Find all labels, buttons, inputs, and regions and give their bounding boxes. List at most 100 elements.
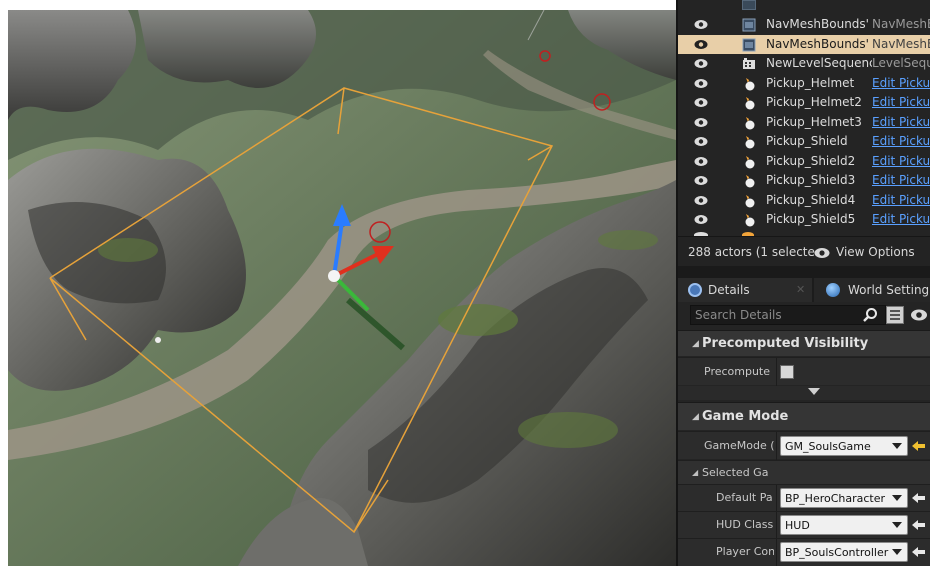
visibility-eye-icon[interactable] [694, 195, 708, 206]
property-label: HUD Class [716, 518, 774, 531]
property-hud-class: HUD Class HUD [678, 511, 930, 539]
actor-name: Pickup_Helmet [766, 75, 855, 90]
search-details-input[interactable] [690, 305, 886, 325]
level-viewport[interactable] [8, 10, 676, 566]
visibility-eye-icon[interactable] [694, 39, 708, 50]
precompute-checkbox[interactable] [780, 365, 794, 379]
actor-name: Pickup_Shield4 [766, 192, 856, 207]
visibility-eye-icon[interactable] [694, 19, 708, 30]
combo-value: BP_SoulsController [785, 546, 889, 559]
close-icon[interactable]: ✕ [796, 283, 805, 296]
tab-world-settings-label: World Setting [848, 283, 930, 297]
default-pawn-combo[interactable]: BP_HeroCharacter [780, 488, 908, 508]
use-selected-arrow-icon[interactable] [912, 519, 926, 531]
actor-type-link[interactable]: Edit Picku [872, 76, 930, 90]
category-game-mode[interactable]: ◢ Game Mode [678, 402, 930, 430]
column-separator [776, 358, 777, 386]
outliner-row[interactable]: Pickup_Shield3 Edit Picku [678, 171, 930, 191]
visibility-eye-icon[interactable] [694, 214, 708, 225]
outliner-row[interactable]: Pickup_Shield4 Edit Picku [678, 191, 930, 211]
column-separator [776, 539, 777, 566]
collapse-triangle-icon: ◢ [692, 468, 699, 477]
actor-name: Pickup_Shield5 [766, 212, 856, 226]
chevron-down-icon [892, 495, 902, 501]
category-precomputed-visibility[interactable]: ◢ Precomputed Visibility [678, 330, 930, 356]
visibility-eye-icon[interactable] [694, 175, 708, 186]
outliner-row[interactable]: Pickup_Helmet2 Edit Picku [678, 93, 930, 113]
actor-count-label: 288 actors (1 selecte [688, 245, 815, 259]
property-label: GameMode ( [704, 439, 774, 452]
subcategory-selected-gamemode[interactable]: ◢ Selected Ga [678, 460, 930, 484]
actor-type-link[interactable]: Edit Picku [872, 134, 930, 148]
property-default-pawn: Default Pa BP_HeroCharacter [678, 484, 930, 512]
outliner-row[interactable]: NavMeshBounds' NavMeshB [678, 34, 930, 54]
player-controller-combo[interactable]: BP_SoulsController [780, 542, 908, 562]
column-separator [776, 485, 777, 512]
visibility-eye-icon[interactable] [694, 97, 708, 108]
gamemode-combo[interactable]: GM_SoulsGame [780, 436, 908, 456]
actor-name: Pickup_Shield2 [766, 153, 856, 168]
actor-type-link: NavMeshB [872, 17, 930, 31]
details-tab-bar: Details ✕ World Setting [678, 278, 930, 302]
actor-type-link[interactable]: Edit Picku [872, 95, 930, 109]
globe-icon [826, 283, 840, 297]
blueprint-pawn-icon [742, 213, 756, 227]
blueprint-pawn-icon [742, 77, 756, 91]
blueprint-pawn-icon [742, 116, 756, 130]
visibility-eye-icon[interactable] [694, 78, 708, 89]
outliner-row[interactable]: NewLevelSequencLevelSeque [678, 54, 930, 74]
category-label: Precomputed Visibility [702, 336, 869, 351]
use-selected-arrow-icon[interactable] [912, 546, 926, 558]
actor-type-link[interactable]: Edit Picku [872, 154, 930, 168]
column-separator [776, 512, 777, 539]
outliner-row[interactable]: Pickup_Shield2 Edit Picku [678, 152, 930, 172]
outliner-row[interactable]: Pickup_Shield Edit Picku [678, 132, 930, 152]
actor-type-link[interactable]: Edit Picku [872, 173, 930, 187]
advanced-expand-row[interactable] [678, 386, 930, 400]
visibility-eye-icon[interactable] [694, 136, 708, 147]
actor-type-link[interactable]: Edit Picku [872, 193, 930, 207]
hud-class-combo[interactable]: HUD [780, 515, 908, 535]
property-label: Precompute [704, 365, 771, 378]
eye-icon[interactable] [910, 308, 928, 322]
chevron-down-icon [892, 522, 902, 528]
outliner-row[interactable]: Pickup_Helmet3 Edit Picku [678, 113, 930, 133]
chevron-down-icon [808, 388, 820, 395]
tab-world-settings[interactable]: World Setting [814, 278, 930, 302]
outliner-row[interactable]: NavMeshBounds' NavMeshB [678, 15, 930, 35]
actor-type-link: LevelSeque [872, 56, 930, 70]
details-search-row [678, 304, 930, 326]
chevron-down-icon [892, 443, 902, 449]
outliner-row[interactable]: Pickup_Shield5 Edit Picku [678, 210, 930, 230]
property-precompute: Precompute [678, 357, 930, 386]
search-icon[interactable] [862, 307, 878, 323]
visibility-eye-icon[interactable] [694, 117, 708, 128]
grid-icon [890, 310, 900, 320]
outliner-row[interactable]: Pickup_Helmet Edit Picku [678, 74, 930, 94]
visibility-eye-icon[interactable] [694, 156, 708, 167]
actor-type-link[interactable]: Edit Picku [872, 115, 930, 129]
actor-name: NavMeshBounds' [766, 36, 869, 51]
view-options-button[interactable]: View Options [836, 245, 915, 259]
property-label: Player Con [716, 545, 774, 558]
tab-details-label: Details [708, 283, 750, 297]
outliner-partial-row [742, 0, 756, 10]
blueprint-pawn-icon [742, 155, 756, 169]
details-icon [688, 283, 702, 297]
blueprint-pawn-icon [742, 174, 756, 188]
actor-name: Pickup_Helmet2 [766, 95, 862, 109]
actor-name: Pickup_Shield3 [766, 173, 856, 187]
tab-details[interactable]: Details ✕ [678, 278, 812, 302]
column-separator [776, 432, 777, 460]
eye-icon [814, 248, 830, 258]
property-matrix-button[interactable] [886, 306, 904, 324]
actor-type-link: NavMeshB [872, 36, 930, 51]
panel-splitter[interactable] [678, 266, 930, 278]
chevron-down-icon [892, 549, 902, 555]
visibility-eye-icon[interactable] [694, 58, 708, 69]
use-selected-arrow-icon[interactable] [912, 492, 926, 504]
use-selected-arrow-icon[interactable] [912, 440, 926, 452]
actor-type-link[interactable]: Edit Picku [872, 212, 930, 226]
outliner-status-bar: 288 actors (1 selecte View Options [678, 236, 930, 266]
viewport-scene [8, 10, 676, 566]
